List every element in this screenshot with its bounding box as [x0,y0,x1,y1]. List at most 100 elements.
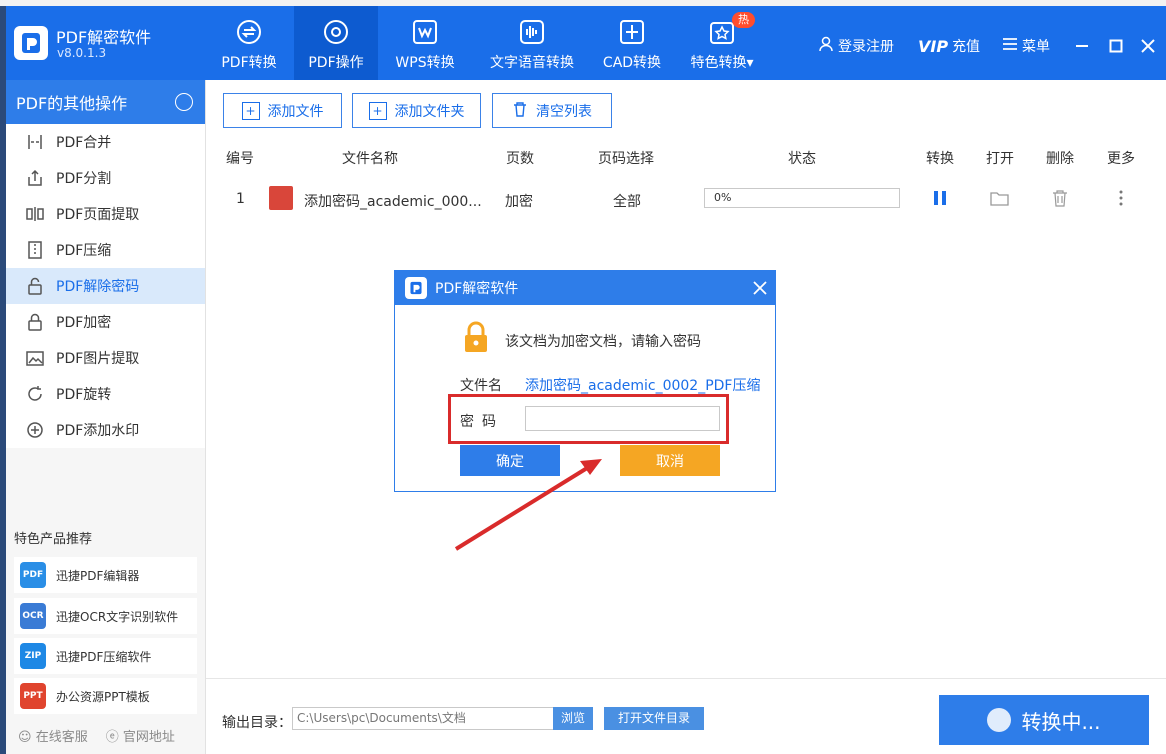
sidebar-item-compress[interactable]: PDF压缩 [6,232,205,268]
dialog-message: 该文档为加密文档，请输入密码 [505,334,701,350]
sidebar-item-watermark[interactable]: PDF添加水印 [6,412,205,448]
menu-label: 菜单 [1022,39,1050,55]
close-icon[interactable] [1138,36,1158,56]
sidebar-item-encrypt[interactable]: PDF加密 [6,304,205,340]
sidebar-item-extract-images[interactable]: PDF图片提取 [6,340,205,376]
sidebar-footer: ☺ 在线客服 ⓔ 官网地址 [18,726,175,745]
convert-button[interactable]: 转换中... [939,695,1149,745]
tab-cad-convert[interactable]: CAD转换 [596,6,668,80]
pdf-file-icon [269,186,293,210]
add-file-label: 添加文件 [267,103,324,120]
convert-icon [235,18,263,46]
row-filename: 添加密码_academic_000... [304,194,482,210]
dialog-close-icon[interactable] [749,277,771,299]
minimize-icon[interactable] [1072,36,1092,56]
row-no: 1 [236,191,245,207]
tab-pdf-operation[interactable]: PDF操作 [294,6,378,80]
more-icon[interactable] [1118,189,1124,211]
maximize-icon[interactable] [1106,36,1126,56]
vip-label: VIP [918,36,949,56]
folder-icon[interactable] [990,190,1010,210]
split-icon [26,169,44,187]
tab-pdf-convert[interactable]: PDF转换 [214,6,284,80]
settings-icon [322,18,350,46]
user-icon [818,36,834,56]
progress-bar: 0% [704,188,900,208]
add-file-icon: + [241,101,260,120]
tab-text-voice[interactable]: 文字语音转换 [482,6,582,80]
sidebar-item-split[interactable]: PDF分割 [6,160,205,196]
sidebar-item-label: PDF合并 [56,135,112,151]
sidebar-item-label: PDF添加水印 [56,423,140,439]
website-link[interactable]: ⓔ 官网地址 [106,726,175,745]
file-label: 文件名 [460,378,502,394]
dialog-title: PDF解密软件 [435,281,519,297]
sidebar-item-merge[interactable]: PDF合并 [6,124,205,160]
col-pages: 页数 [506,151,534,167]
menu-icon [1002,37,1018,55]
merge-icon [26,133,44,151]
delete-icon[interactable] [1052,189,1068,211]
tab-label: PDF操作 [308,55,364,71]
sidebar-item-rotate[interactable]: PDF旋转 [6,376,205,412]
menu-button[interactable]: 菜单 [1002,36,1050,56]
sidebar-header[interactable]: PDF的其他操作 [6,80,205,124]
hot-badge: 热 [732,12,755,28]
add-file-button[interactable]: + 添加文件 [223,93,342,128]
sidebar-item-label: PDF解除密码 [56,279,140,295]
promo-ocr[interactable]: OCR 迅捷OCR文字识别软件 [14,598,197,634]
table-row[interactable]: 1 添加密码_academic_000... 加密 全部 0% [216,180,1156,216]
image-icon [26,349,44,367]
sidebar-item-extract-pages[interactable]: PDF页面提取 [6,196,205,232]
col-delete: 删除 [1046,151,1074,167]
promo-label: 迅捷PDF编辑器 [56,568,140,583]
progress-text: 0% [714,191,732,204]
rotate-icon [26,385,44,403]
col-status: 状态 [788,151,816,167]
login-label: 登录注册 [838,39,894,55]
recharge-label: 充值 [952,39,981,55]
promo-ppt[interactable]: PPT 办公资源PPT模板 [14,678,197,714]
add-folder-button[interactable]: + 添加文件夹 [352,93,481,128]
browse-button[interactable]: 浏览 [553,707,593,730]
file-name: 添加密码_academic_0002_PDF压缩 [525,378,761,394]
wps-icon [411,18,439,46]
convert-label: 转换中... [1021,709,1101,734]
cancel-button[interactable]: 取消 [620,445,720,476]
promo-label: 办公资源PPT模板 [56,689,150,704]
open-directory-button[interactable]: 打开文件目录 [604,707,704,730]
dialog-logo-icon [405,277,427,299]
col-convert: 转换 [926,151,954,167]
sidebar-item-label: PDF分割 [56,171,112,187]
zip-icon: ZIP [20,643,46,669]
col-no: 编号 [226,151,254,167]
app-name: PDF解密软件 [56,28,152,47]
trash-icon [512,101,528,121]
tab-wps-convert[interactable]: WPS转换 [388,6,462,80]
vip-recharge-button[interactable]: VIP 充值 [918,36,980,56]
promo-pdf-editor[interactable]: PDF 迅捷PDF编辑器 [14,557,197,593]
chevron-down-icon [175,93,193,111]
spinner-icon [987,708,1012,732]
compress-icon [26,241,44,259]
header-bar: PDF解密软件 v8.0.1.3 PDF转换 PDF操作 WPS转换 文字语音转… [6,6,1166,80]
row-pages: 加密 [505,194,533,210]
sidebar-item-remove-password[interactable]: PDF解除密码 [6,268,205,304]
tab-label: CAD转换 [602,55,662,71]
table-header: 编号 文件名称 页数 页码选择 状态 转换 打开 删除 更多 [216,142,1156,170]
cad-icon [618,18,646,46]
unlock-icon [26,277,44,295]
promo-compress[interactable]: ZIP 迅捷PDF压缩软件 [14,638,197,674]
add-folder-icon: + [368,101,387,120]
tab-label: 特色转换▾ [690,55,754,71]
pause-icon[interactable] [933,190,947,210]
clear-list-button[interactable]: 清空列表 [492,93,612,128]
clear-list-label: 清空列表 [536,103,592,120]
sidebar-item-label: PDF压缩 [56,243,112,259]
ppt-icon: PPT [20,683,46,709]
output-path-field[interactable]: C:\Users\pc\Documents\文档 [292,707,554,730]
sidebar-title: PDF的其他操作 [16,94,128,113]
highlight-box [448,394,729,444]
login-button[interactable]: 登录注册 [818,36,894,56]
online-service-link[interactable]: ☺ 在线客服 [18,726,88,745]
